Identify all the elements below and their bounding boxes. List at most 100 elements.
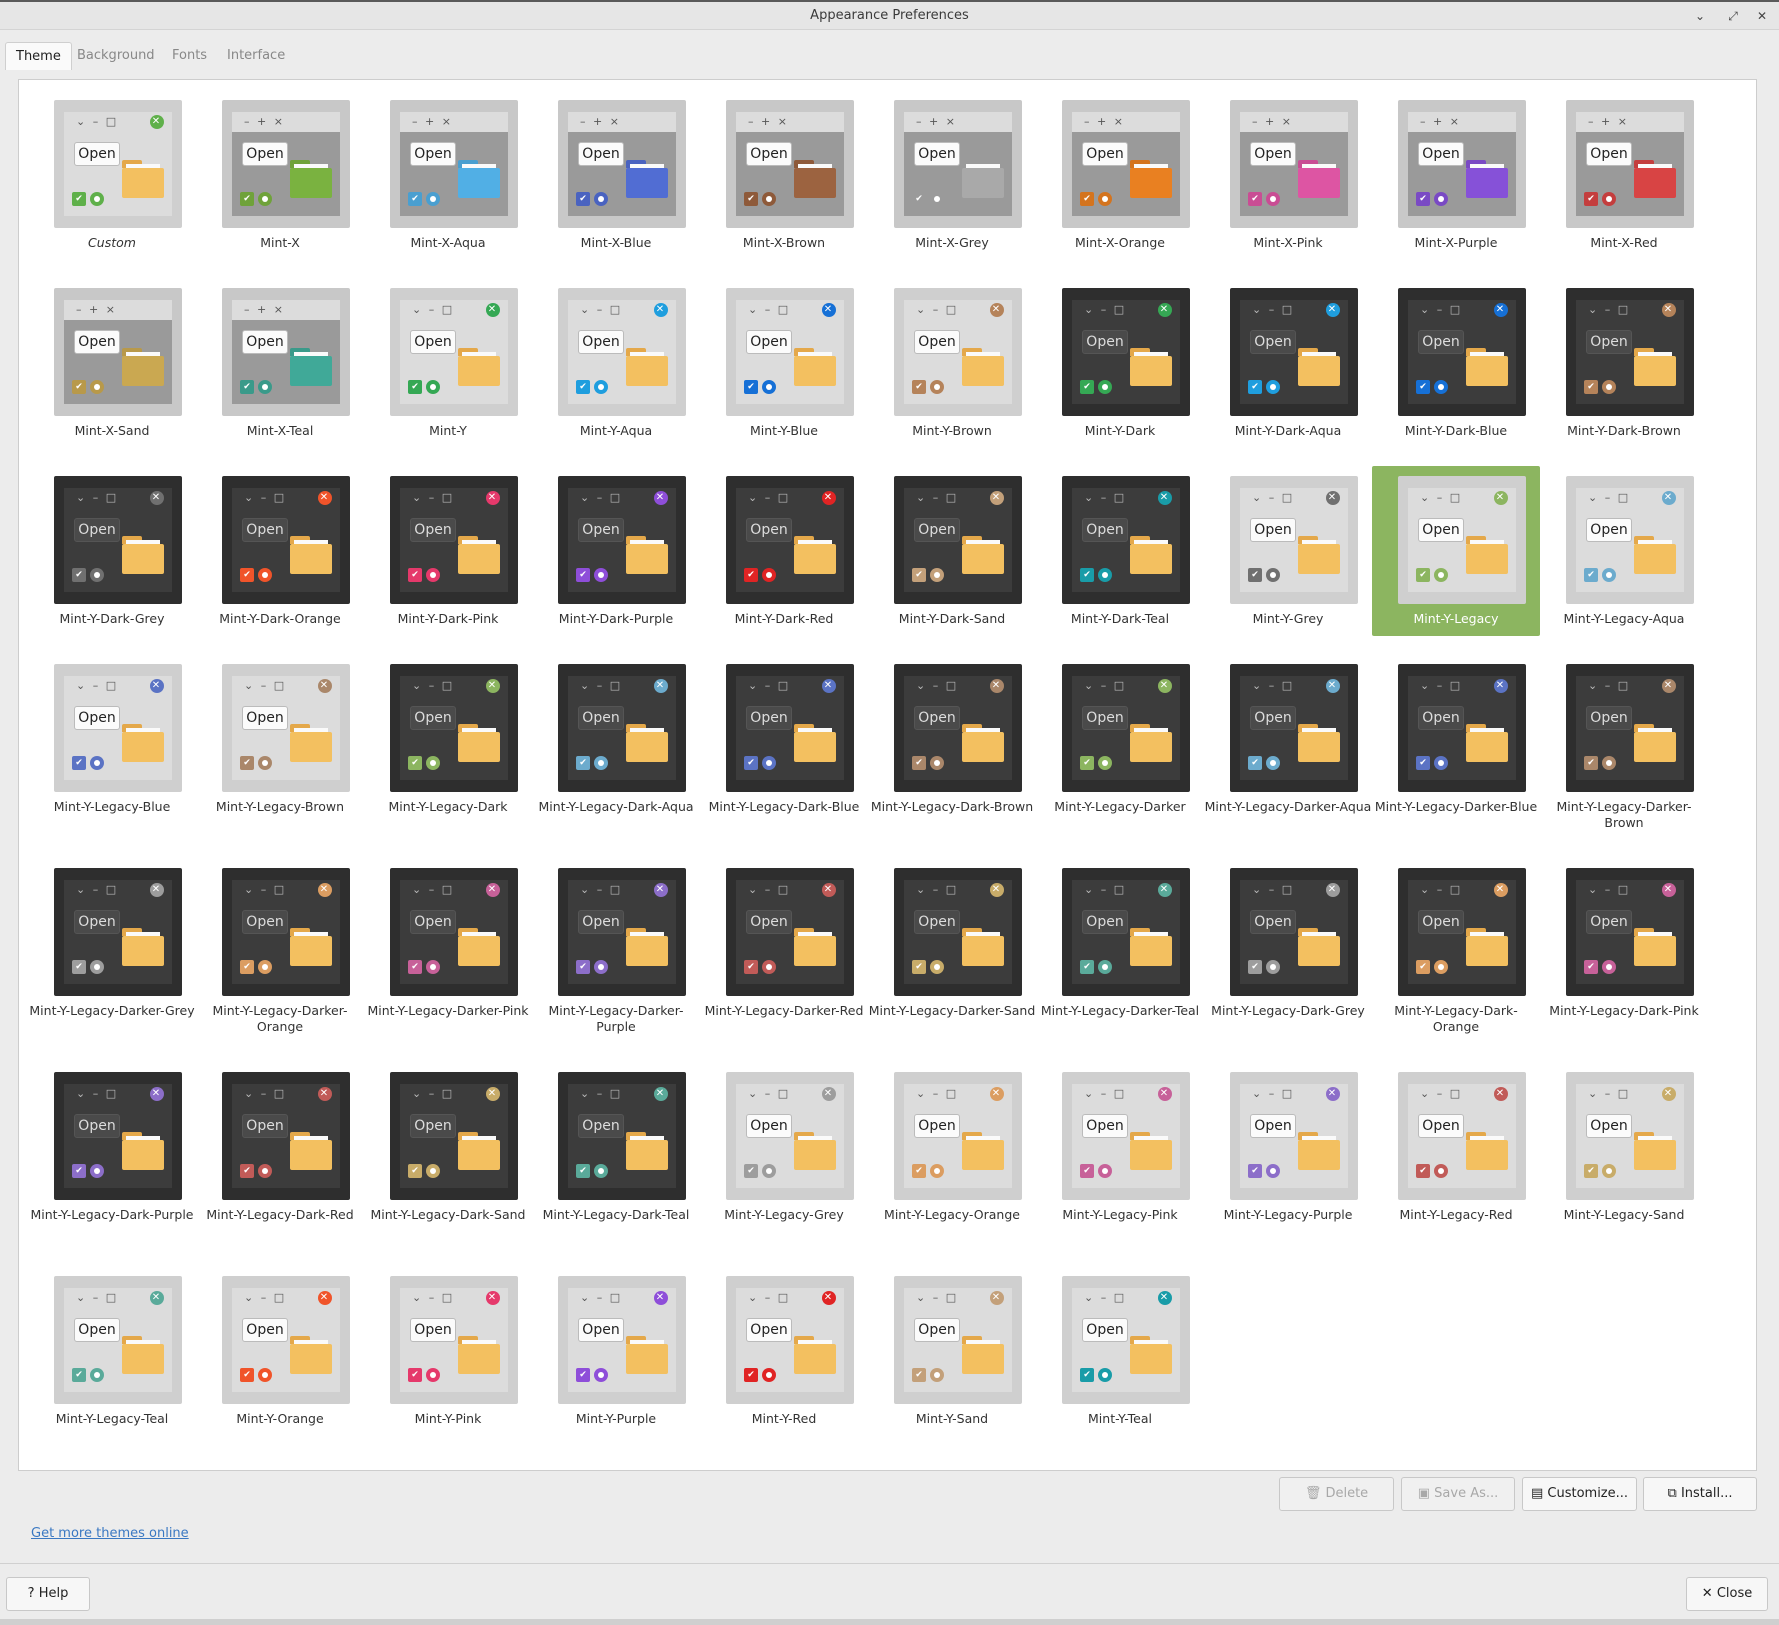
theme-item[interactable]: – + ×✕ Open ✔ Mint-X (196, 90, 364, 270)
theme-item[interactable]: ⌄ – □ ✕ Open ✔ Mint-Y-Legacy-Darker-Grey (28, 858, 196, 1038)
theme-item[interactable]: ⌄ – □ ✕ Open ✔ Mint-Y-Legacy-Dark-Red (196, 1062, 364, 1242)
theme-item[interactable]: – + ×✕ Open ✔ Mint-X-Purple (1372, 90, 1540, 270)
theme-item[interactable]: ⌄ – □ ✕ Open ✔ Mint-Y-Aqua (532, 278, 700, 458)
customize-button[interactable]: ▤ Customize... (1522, 1477, 1637, 1511)
theme-item[interactable]: ⌄ – □ ✕ Open ✔ Mint-Y-Legacy-Darker-Teal (1036, 858, 1204, 1038)
install-button[interactable]: ⧉ Install... (1643, 1477, 1757, 1511)
preview-open-button: Open (1586, 518, 1632, 542)
preview-window-controls: ⌄ – □ (76, 1087, 119, 1100)
preview-checkbox-icon: ✔ (1248, 1164, 1262, 1178)
tab-interface[interactable]: Interface (217, 42, 295, 70)
theme-item[interactable]: ⌄ – □ ✕ Open ✔ Mint-Y-Legacy-Dark-Blue (700, 654, 868, 834)
theme-item[interactable]: ⌄ – □ ✕ Open ✔ Mint-Y-Legacy-Dark-Orange (1372, 858, 1540, 1038)
theme-item[interactable]: ⌄ – □ ✕ Open ✔ Mint-Y-Legacy-Dark-Teal (532, 1062, 700, 1242)
theme-item[interactable]: ⌄ – □ ✕ Open ✔ Mint-Y-Legacy-Blue (28, 654, 196, 834)
theme-item[interactable]: ⌄ – □ ✕ Open ✔ Mint-Y-Legacy-Darker-Orange (196, 858, 364, 1038)
preview-titlebar: – + ×✕ (1072, 112, 1180, 132)
theme-item[interactable]: ⌄ – □ ✕ Open ✔ Mint-Y-Legacy-Red (1372, 1062, 1540, 1242)
theme-item[interactable]: ⌄ – □ ✕ Open ✔ Mint-Y-Legacy-Darker-Brown (1540, 654, 1708, 834)
theme-item[interactable]: ⌄ – □ ✕ Open ✔ Mint-Y (364, 278, 532, 458)
theme-item[interactable]: ⌄ – □ ✕ Open ✔ Mint-Y-Legacy (1372, 466, 1540, 636)
theme-item[interactable]: ⌄ – □ ✕ Open ✔ Mint-Y-Legacy-Darker (1036, 654, 1204, 834)
theme-item[interactable]: ⌄ – □ ✕ Open ✔ Mint-Y-Legacy-Darker-Blue (1372, 654, 1540, 834)
theme-item[interactable]: ⌄ – □ ✕ Open ✔ Mint-Y-Sand (868, 1266, 1036, 1446)
close-icon[interactable]: ✕ (1752, 7, 1772, 25)
theme-item[interactable]: ⌄ – □ ✕ Open ✔ Mint-Y-Dark-Brown (1540, 278, 1708, 458)
theme-item[interactable]: ⌄ – □ ✕ Open ✔ Mint-Y-Legacy-Grey (700, 1062, 868, 1242)
theme-item[interactable]: ⌄ – □ ✕ Open ✔ Mint-Y-Dark-Grey (28, 466, 196, 646)
maximize-icon[interactable]: ⤢ (1723, 7, 1743, 25)
theme-item[interactable]: – + ×✕ Open ✔ Mint-X-Pink (1204, 90, 1372, 270)
theme-item[interactable]: ⌄ – □ ✕ Open ✔ Mint-Y-Grey (1204, 466, 1372, 646)
theme-item[interactable]: ⌄ – □ ✕ Open ✔ Mint-Y-Dark-Pink (364, 466, 532, 646)
theme-item[interactable]: ⌄ – □ ✕ Open ✔ Mint-Y-Legacy-Pink (1036, 1062, 1204, 1242)
theme-item[interactable]: ⌄ – □ ✕ Open ✔ Mint-Y-Legacy-Darker-Red (700, 858, 868, 1038)
theme-item[interactable]: ⌄ – □ ✕ Open ✔ Mint-Y-Purple (532, 1266, 700, 1446)
folder-icon (794, 160, 836, 198)
theme-item[interactable]: – + ×✕ Open ✔ Mint-X-Brown (700, 90, 868, 270)
theme-item[interactable]: ⌄ – □ ✕ Open ✔ Mint-Y-Legacy-Brown (196, 654, 364, 834)
theme-item[interactable]: ⌄ – □ ✕ Open ✔ Mint-Y-Legacy-Teal (28, 1266, 196, 1446)
theme-item[interactable]: ⌄ – □ ✕ Open ✔ Mint-Y-Legacy-Purple (1204, 1062, 1372, 1242)
theme-item[interactable]: ⌄ – □ ✕ Open ✔ Mint-Y-Dark-Sand (868, 466, 1036, 646)
theme-item[interactable]: ⌄ – □ ✕ Open ✔ Mint-Y-Legacy-Dark-Sand (364, 1062, 532, 1242)
tab-fonts[interactable]: Fonts (162, 42, 217, 70)
theme-item[interactable]: ⌄ – □ ✕ Open ✔ Mint-Y-Legacy-Dark-Aqua (532, 654, 700, 834)
theme-item[interactable]: ⌄ – □ ✕ Open ✔ Mint-Y-Dark-Purple (532, 466, 700, 646)
theme-item[interactable]: – + ×✕ Open ✔ Mint-X-Blue (532, 90, 700, 270)
preview-window: ⌄ – □ ✕ Open ✔ (64, 112, 172, 216)
theme-item[interactable]: ⌄ – □ ✕ Open ✔ Custom (28, 90, 196, 270)
theme-item[interactable]: ⌄ – □ ✕ Open ✔ Mint-Y-Legacy-Aqua (1540, 466, 1708, 646)
theme-item[interactable]: – + ×✕ Open ✔ Mint-X-Aqua (364, 90, 532, 270)
theme-item[interactable]: – + ×✕ Open ✔ Mint-X-Orange (1036, 90, 1204, 270)
theme-item[interactable]: ⌄ – □ ✕ Open ✔ Mint-Y-Red (700, 1266, 868, 1446)
tab-theme[interactable]: Theme (5, 42, 72, 70)
theme-item[interactable]: ⌄ – □ ✕ Open ✔ Mint-Y-Legacy-Dark-Purple (28, 1062, 196, 1242)
theme-item[interactable]: ⌄ – □ ✕ Open ✔ Mint-Y-Legacy-Dark-Pink (1540, 858, 1708, 1038)
save-as-button[interactable]: ▣ Save As... (1401, 1477, 1515, 1511)
theme-item[interactable]: – + ×✕ Open ✔ Mint-X-Teal (196, 278, 364, 458)
theme-item[interactable]: ⌄ – □ ✕ Open ✔ Mint-Y-Dark-Aqua (1204, 278, 1372, 458)
theme-item[interactable]: ⌄ – □ ✕ Open ✔ Mint-Y-Legacy-Dark-Brown (868, 654, 1036, 834)
preview-window: – + ×✕ Open ✔ (232, 112, 340, 216)
theme-item[interactable]: ⌄ – □ ✕ Open ✔ Mint-Y-Legacy-Darker-Aqua (1204, 654, 1372, 834)
theme-item[interactable]: ⌄ – □ ✕ Open ✔ Mint-Y-Teal (1036, 1266, 1204, 1446)
preview-titlebar: ⌄ – □ ✕ (568, 1084, 676, 1104)
theme-item[interactable]: ⌄ – □ ✕ Open ✔ Mint-Y-Legacy-Darker-Pink (364, 858, 532, 1038)
theme-name: Mint-X-Blue (580, 235, 652, 250)
theme-item[interactable]: ⌄ – □ ✕ Open ✔ Mint-Y-Dark-Blue (1372, 278, 1540, 458)
preview-window-controls: ⌄ – □ (748, 491, 791, 504)
theme-item[interactable]: ⌄ – □ ✕ Open ✔ Mint-Y-Legacy-Darker-Sand (868, 858, 1036, 1038)
theme-item[interactable]: ⌄ – □ ✕ Open ✔ Mint-Y-Legacy-Dark (364, 654, 532, 834)
preview-window: ⌄ – □ ✕ Open ✔ (1240, 676, 1348, 780)
preview-window-controls: ⌄ – □ (748, 883, 791, 896)
help-button[interactable]: ? Help (6, 1577, 90, 1611)
theme-item[interactable]: ⌄ – □ ✕ Open ✔ Mint-Y-Dark-Red (700, 466, 868, 646)
theme-item[interactable]: ⌄ – □ ✕ Open ✔ Mint-Y-Orange (196, 1266, 364, 1446)
theme-item[interactable]: – + ×✕ Open ✔ Mint-X-Sand (28, 278, 196, 458)
get-more-themes-link[interactable]: Get more themes online (31, 1526, 189, 1541)
minimize-icon[interactable]: ⌄ (1690, 7, 1710, 25)
theme-item[interactable]: ⌄ – □ ✕ Open ✔ Mint-Y-Blue (700, 278, 868, 458)
theme-item[interactable]: ⌄ – □ ✕ Open ✔ Mint-Y-Legacy-Orange (868, 1062, 1036, 1242)
delete-button[interactable]: 🗑 Delete (1279, 1477, 1394, 1511)
theme-item[interactable]: ⌄ – □ ✕ Open ✔ Mint-Y-Legacy-Sand (1540, 1062, 1708, 1242)
theme-list[interactable]: ⌄ – □✕Open✔Custom– + ×✕Open✔Mint-X– + ×✕… (18, 79, 1757, 1471)
close-button[interactable]: ✕ Close (1686, 1577, 1768, 1611)
theme-item[interactable]: ⌄ – □ ✕ Open ✔ Mint-Y-Legacy-Dark-Grey (1204, 858, 1372, 1038)
theme-item[interactable]: ⌄ – □ ✕ Open ✔ Mint-Y-Brown (868, 278, 1036, 458)
scrollbar[interactable] (1748, 84, 1754, 1464)
preview-titlebar: ⌄ – □ ✕ (736, 676, 844, 696)
theme-item[interactable]: ⌄ – □ ✕ Open ✔ Mint-Y-Dark-Orange (196, 466, 364, 646)
theme-item[interactable]: ⌄ – □ ✕ Open ✔ Mint-Y-Pink (364, 1266, 532, 1446)
folder-icon (1466, 928, 1508, 966)
theme-item[interactable]: ⌄ – □ ✕ Open ✔ Mint-Y-Dark (1036, 278, 1204, 458)
folder-icon (962, 928, 1004, 966)
theme-item[interactable]: ⌄ – □ ✕ Open ✔ Mint-Y-Dark-Teal (1036, 466, 1204, 646)
theme-item[interactable]: – + ×✕ Open ✔ Mint-X-Red (1540, 90, 1708, 270)
folder-icon (290, 724, 332, 762)
preview-open-button: Open (242, 518, 288, 542)
tab-background[interactable]: Background (67, 42, 165, 70)
theme-item[interactable]: ⌄ – □ ✕ Open ✔ Mint-Y-Legacy-Darker-Purple (532, 858, 700, 1038)
theme-item[interactable]: – + ×✕ Open ✔ Mint-X-Grey (868, 90, 1036, 270)
